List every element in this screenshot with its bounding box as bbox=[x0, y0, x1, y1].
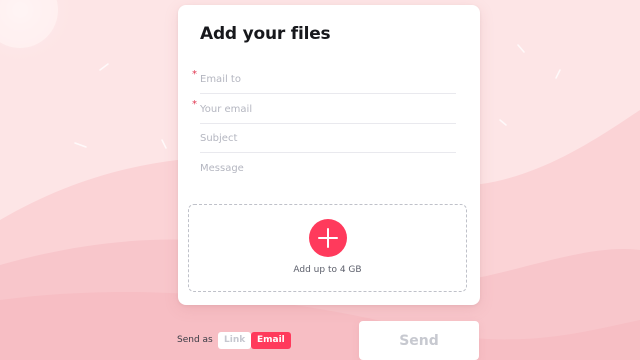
send-as-link-toggle[interactable]: Link bbox=[218, 332, 252, 349]
your-email-input[interactable] bbox=[200, 95, 456, 123]
email-to-input[interactable] bbox=[200, 65, 456, 93]
required-marker: * bbox=[192, 99, 197, 110]
email-to-field: * bbox=[192, 65, 456, 94]
send-button[interactable]: Send bbox=[359, 321, 479, 360]
required-marker: * bbox=[192, 69, 197, 80]
form-title: Add your files bbox=[200, 24, 331, 44]
upload-card: Add your files * * Add up to 4 GB bbox=[178, 5, 480, 305]
send-as-label: Send as bbox=[177, 335, 213, 345]
send-as-email-toggle[interactable]: Email bbox=[251, 332, 291, 349]
plus-icon bbox=[318, 228, 338, 248]
add-files-button[interactable] bbox=[309, 219, 347, 257]
message-input[interactable] bbox=[200, 154, 456, 182]
file-dropzone[interactable]: Add up to 4 GB bbox=[188, 204, 467, 292]
subject-input[interactable] bbox=[200, 124, 456, 152]
subject-field bbox=[200, 124, 456, 153]
your-email-field: * bbox=[192, 95, 456, 124]
dropzone-limit-text: Add up to 4 GB bbox=[293, 265, 362, 275]
message-field bbox=[200, 154, 456, 182]
